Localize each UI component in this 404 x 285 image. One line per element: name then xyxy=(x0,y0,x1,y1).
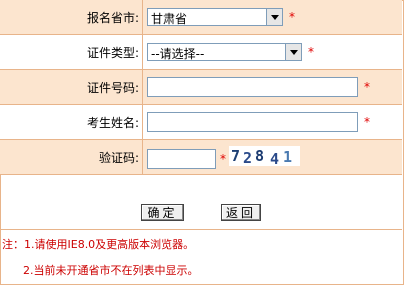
notes-divider xyxy=(0,229,402,230)
province-select[interactable]: 甘肃省 xyxy=(147,8,283,26)
captcha-image[interactable]: 7 2 8 4 1 xyxy=(229,146,300,168)
province-label: 报名省市: xyxy=(86,10,139,25)
cert-type-label: 证件类型: xyxy=(86,45,139,60)
chevron-down-icon[interactable] xyxy=(285,44,301,60)
cert-number-input[interactable] xyxy=(147,77,358,97)
required-mark: * xyxy=(364,115,370,129)
cert-type-select[interactable]: --请选择-- xyxy=(147,43,302,61)
captcha-char: 2 xyxy=(243,149,254,167)
required-mark: * xyxy=(364,80,370,94)
captcha-char: 4 xyxy=(270,150,281,168)
captcha-char: 8 xyxy=(255,147,266,165)
cert-type-select-value: --请选择-- xyxy=(151,47,205,61)
chevron-down-icon[interactable] xyxy=(266,9,282,25)
captcha-input[interactable] xyxy=(147,149,216,169)
cert-number-label: 证件号码: xyxy=(86,80,139,95)
captcha-char: 7 xyxy=(231,147,242,165)
name-label: 考生姓名: xyxy=(86,115,139,130)
required-mark: * xyxy=(308,45,314,59)
captcha-char: 1 xyxy=(283,148,294,166)
column-divider xyxy=(142,0,143,174)
required-mark: * xyxy=(289,10,295,24)
required-mark: * xyxy=(220,152,226,166)
province-select-value: 甘肃省 xyxy=(151,12,188,26)
confirm-button[interactable]: 确定 xyxy=(141,204,184,221)
note-line-2: 2.当前未开通省市不在列表中显示。 xyxy=(23,264,199,277)
note-line-1: 注：1.请使用IE8.0及更高版本浏览器。 xyxy=(2,238,195,251)
name-input[interactable] xyxy=(147,112,358,132)
captcha-label: 验证码: xyxy=(98,150,139,165)
back-button[interactable]: 返回 xyxy=(221,204,261,221)
